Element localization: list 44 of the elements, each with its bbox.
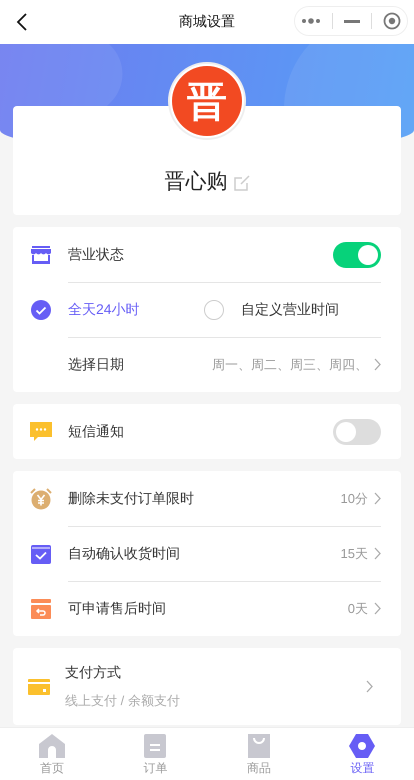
tab[interactable]: 商品 <box>207 728 310 780</box>
bag-icon <box>248 734 270 758</box>
chevron-right-icon <box>374 358 381 371</box>
setting-label: 短信通知 <box>68 422 125 440</box>
chevron-right-icon <box>374 547 381 560</box>
page-title: 商城设置 <box>179 13 235 31</box>
setting-value: 0天 <box>348 600 368 618</box>
tab[interactable]: 设置 <box>310 728 414 780</box>
setting-label: 可申请售后时间 <box>68 600 167 618</box>
chevron-right-icon <box>374 492 381 505</box>
more-icon[interactable] <box>300 18 321 24</box>
chevron-right-icon <box>374 602 381 615</box>
minimize-icon[interactable] <box>344 20 360 22</box>
toggle-switch[interactable] <box>333 242 381 268</box>
chat-icon <box>30 422 52 442</box>
setting-value: 10分 <box>340 490 368 508</box>
radio-label[interactable]: 全天24小时 <box>68 300 186 318</box>
return-icon <box>30 598 50 618</box>
setting-label: 选择日期 <box>68 356 125 374</box>
tab[interactable]: 首页 <box>0 728 104 780</box>
radio-button[interactable] <box>30 300 50 320</box>
setting-label: 删除未支付订单限时 <box>68 490 195 508</box>
setting-label: 支付方式 <box>65 664 122 682</box>
close-icon[interactable] <box>383 12 402 30</box>
setting-label: 营业状态 <box>68 246 125 264</box>
tab[interactable]: 订单 <box>104 728 207 780</box>
setting-description: 线上支付 / 余额支付 <box>65 692 181 710</box>
checkbox-icon <box>30 544 50 564</box>
shop-logo: 晋 <box>172 66 242 136</box>
radio-label[interactable]: 自定义营业时间 <box>241 300 401 318</box>
chevron-right-icon <box>366 680 373 693</box>
home-icon <box>38 734 65 758</box>
toggle-switch[interactable] <box>333 418 381 444</box>
settings-icon <box>349 734 376 758</box>
radio-button[interactable] <box>204 300 224 320</box>
alarm-clock-icon <box>30 488 52 510</box>
setting-value: 周一、周二、周三、周四、 <box>212 356 368 374</box>
setting-label: 自动确认收货时间 <box>68 544 181 562</box>
setting-value: 15天 <box>340 544 368 562</box>
card-icon <box>28 678 50 694</box>
back-icon[interactable] <box>16 13 27 31</box>
document-icon <box>144 734 166 758</box>
shop-name: 晋心购 <box>164 169 228 195</box>
store-icon <box>30 244 52 264</box>
